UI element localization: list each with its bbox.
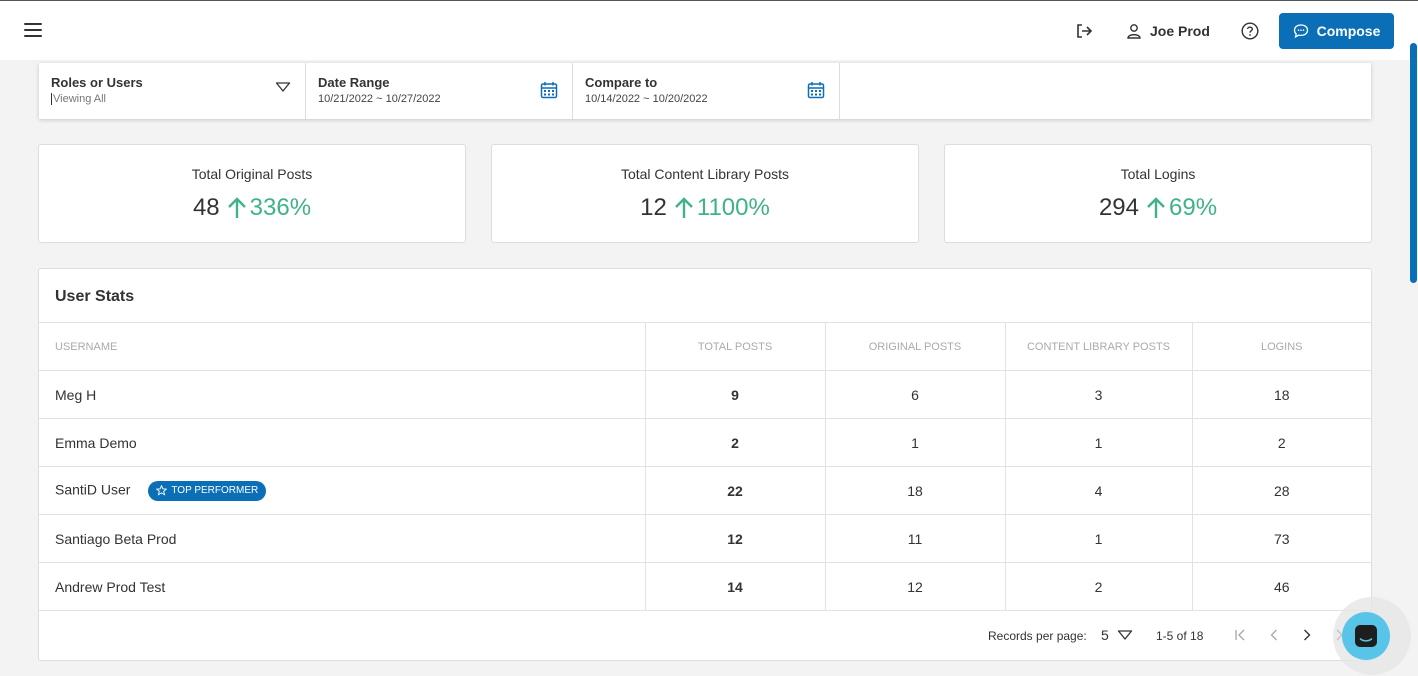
date-range-filter[interactable]: Date Range 10/21/2022 ~ 10/27/2022 [306,63,573,119]
cell-original-posts: 1 [824,418,1005,467]
card-total-content-library-posts: Total Content Library Posts 12 1100% [491,144,919,243]
cell-content-library-posts: 2 [1004,562,1192,611]
next-page-icon[interactable] [1299,627,1315,643]
user-stats-title: User Stats [55,288,135,305]
column-header-content-library-posts[interactable]: CONTENT LIBRARY POSTS [1004,322,1192,371]
table-row[interactable]: Emma Demo 2 1 1 2 [39,418,1371,467]
card-value: 12 [640,194,667,221]
card-change-value: 336% [249,194,312,221]
records-per-page-label: Records per page: [988,629,1087,643]
filter-title: Date Range [318,75,390,90]
cell-username-with-badge: SantiD User TOP PERFORMER [39,466,645,515]
cell-username: Meg H [39,370,645,419]
arrow-up-icon [675,197,693,218]
cell-original-posts: 12 [824,562,1005,611]
cell-total-posts: 14 [644,562,825,611]
star-icon [156,485,168,496]
cell-logins: 2 [1191,418,1371,467]
cell-username: Andrew Prod Test [39,562,645,611]
top-bar: Joe Prod Compose [0,0,1418,60]
table-row[interactable]: Andrew Prod Test 14 12 2 46 [39,562,1371,611]
top-performer-badge: TOP PERFORMER [148,480,267,501]
first-page-icon[interactable] [1232,627,1248,643]
user-name: Joe Prod [1150,23,1210,39]
column-header-username[interactable]: USERNAME [39,322,645,371]
cell-total-posts: 9 [644,370,825,419]
chat-launcher-button[interactable] [1342,612,1390,660]
card-title: Total Content Library Posts [620,166,790,182]
roles-users-filter[interactable]: Roles or Users Viewing All [39,63,306,119]
chevron-down-icon [275,82,291,92]
filter-value: Viewing All [51,93,293,105]
card-change: 69% [1145,194,1217,222]
column-header-total-posts[interactable]: TOTAL POSTS [644,322,825,371]
table-row[interactable]: Santiago Beta Prod 12 11 1 73 [39,514,1371,563]
cell-original-posts: 6 [824,370,1005,419]
cell-logins: 73 [1191,514,1371,563]
calendar-icon[interactable] [807,81,825,99]
cell-logins: 46 [1191,562,1371,611]
filter-title: Roles or Users [51,75,143,90]
pagination: Records per page: 5 1-5 of 18 [39,611,1371,661]
pagination-range: 1-5 of 18 [1156,629,1204,643]
user-stats-table: USERNAME TOTAL POSTS ORIGINAL POSTS CONT… [39,322,1371,611]
chat-bubble-icon [1293,24,1308,39]
card-change: 336% [226,194,311,222]
cell-username: Santiago Beta Prod [39,514,645,563]
cell-username: Emma Demo [39,418,645,467]
chevron-down-icon [1117,630,1132,640]
cell-content-library-posts: 3 [1004,370,1192,419]
column-header-logins[interactable]: LOGINS [1191,322,1371,371]
cell-total-posts: 22 [644,466,825,515]
card-change: 1100% [673,194,770,222]
card-total-original-posts: Total Original Posts 48 336% [38,144,466,243]
compose-button[interactable]: Compose [1279,13,1394,49]
table-row[interactable]: SantiD User TOP PERFORMER 22 18 4 28 [39,466,1371,515]
records-per-page-value: 5 [1101,627,1109,643]
filter-title: Compare to [585,75,658,90]
cell-content-library-posts: 1 [1004,514,1192,563]
table-header-row: USERNAME TOTAL POSTS ORIGINAL POSTS CONT… [39,322,1371,371]
records-per-page-select[interactable]: 5 [1101,627,1133,643]
prev-page-icon[interactable] [1266,627,1282,643]
cell-original-posts: 11 [824,514,1005,563]
card-value: 294 [1098,194,1139,221]
help-icon[interactable] [1241,22,1259,40]
card-value: 48 [192,194,220,221]
card-change-value: 69% [1169,194,1218,221]
user-icon [1127,24,1141,39]
compose-label: Compose [1316,23,1381,39]
logout-icon[interactable] [1074,21,1094,41]
menu-icon[interactable] [24,23,42,39]
arrow-up-icon [1147,197,1165,218]
card-total-logins: Total Logins 294 69% [944,144,1372,243]
cell-original-posts: 18 [824,466,1005,515]
card-change-value: 1100% [696,194,770,221]
user-stats-panel: User Stats USERNAME TOTAL POSTS ORIGINAL… [38,268,1372,661]
card-title: Total Logins [1120,166,1196,182]
scrollbar-thumb[interactable] [1410,43,1417,283]
filter-spacer [840,63,1371,119]
cell-content-library-posts: 4 [1004,466,1192,515]
filter-value: 10/21/2022 ~ 10/27/2022 [318,93,441,105]
badge-label: TOP PERFORMER [171,485,259,496]
card-title: Total Original Posts [191,166,313,182]
user-menu-button[interactable]: Joe Prod [1126,19,1210,43]
arrow-up-icon [227,197,246,218]
filter-bar: Roles or Users Viewing All Date Range 10… [39,63,1371,119]
chat-icon [1355,625,1377,647]
table-row[interactable]: Meg H 9 6 3 18 [39,370,1371,419]
cell-content-library-posts: 1 [1004,418,1192,467]
compare-to-filter[interactable]: Compare to 10/14/2022 ~ 10/20/2022 [573,63,840,119]
cell-total-posts: 2 [644,418,825,467]
calendar-icon[interactable] [540,81,558,99]
column-header-original-posts[interactable]: ORIGINAL POSTS [824,322,1005,371]
cell-logins: 18 [1191,370,1371,419]
cell-total-posts: 12 [644,514,825,563]
filter-value: 10/14/2022 ~ 10/20/2022 [585,93,708,105]
cell-logins: 28 [1191,466,1371,515]
cell-username: SantiD User [55,481,131,498]
